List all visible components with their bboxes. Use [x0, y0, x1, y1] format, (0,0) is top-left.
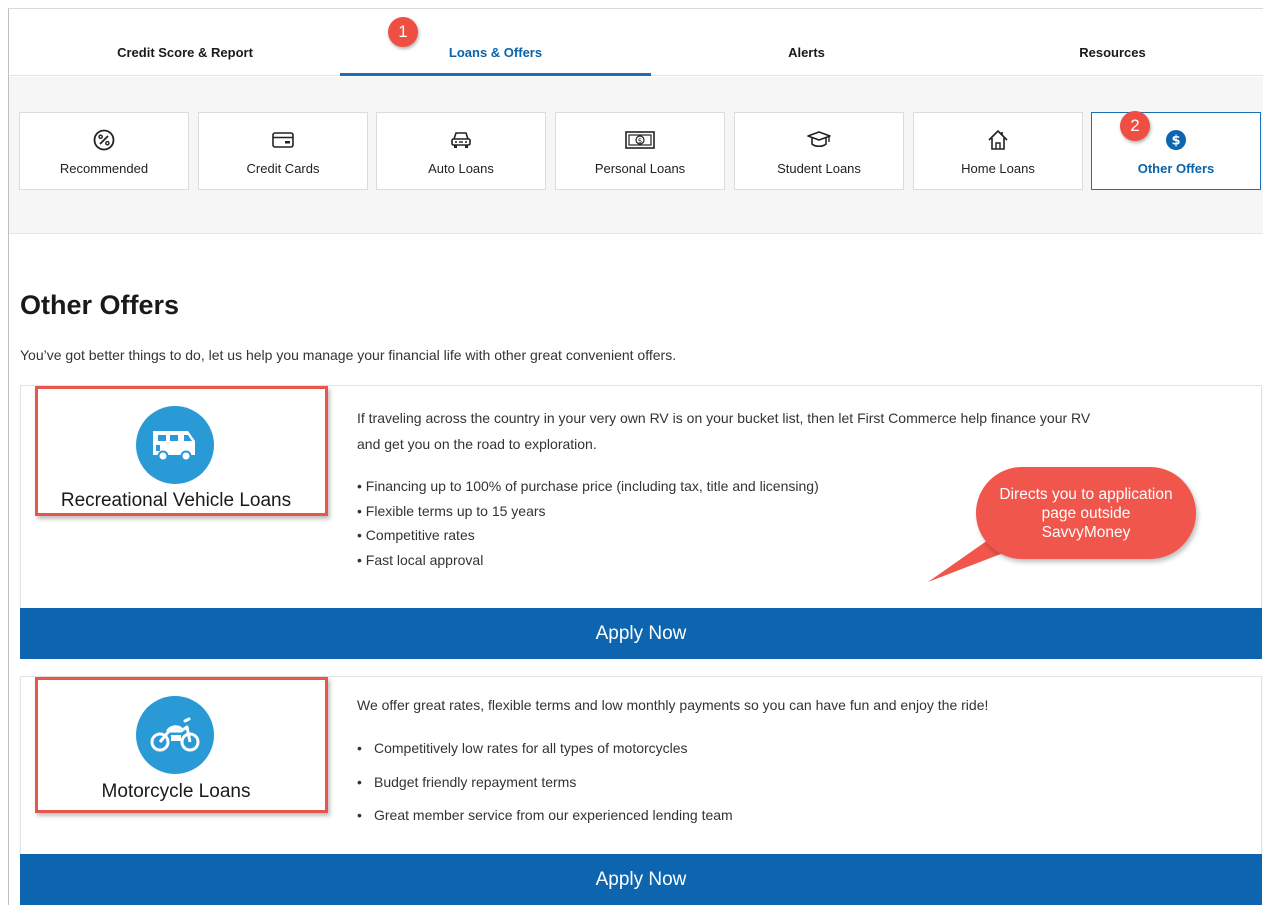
offer-description-line: We offer great rates, flexible terms and…	[357, 697, 989, 713]
list-item: Flexible terms up to 15 years	[357, 499, 819, 524]
rv-icon	[136, 406, 214, 484]
category-personal-loans[interactable]: $ Personal Loans	[555, 112, 725, 190]
page-intro: You’ve got better things to do, let us h…	[20, 347, 677, 363]
category-credit-cards[interactable]: Credit Cards	[198, 112, 368, 190]
category-label: Recommended	[59, 161, 149, 176]
apply-now-button-motorcycle[interactable]: Apply Now	[20, 854, 1262, 905]
offer-name: Motorcycle Loans	[101, 781, 251, 802]
list-item: Financing up to 100% of purchase price (…	[357, 474, 819, 499]
category-label: Personal Loans	[594, 161, 686, 176]
car-icon	[450, 128, 472, 152]
offer-description-line: and get you on the road to exploration.	[357, 436, 597, 452]
house-icon	[987, 128, 1009, 152]
list-item: Great member service from our experience…	[357, 799, 733, 833]
list-item: Fast local approval	[357, 548, 819, 573]
category-label: Auto Loans	[428, 161, 494, 176]
motorcycle-icon	[136, 696, 214, 774]
category-label: Student Loans	[777, 161, 861, 176]
category-student-loans[interactable]: Student Loans	[734, 112, 904, 190]
category-band: Recommended Credit Cards Auto Loans $ Pe…	[9, 77, 1263, 234]
offer-bullets: Competitively low rates for all types of…	[357, 732, 733, 833]
list-item: Budget friendly repayment terms	[357, 766, 733, 800]
apply-now-button-rv[interactable]: Apply Now	[20, 608, 1262, 659]
credit-card-icon	[272, 128, 294, 152]
svg-text:$: $	[638, 137, 642, 145]
list-item: Competitive rates	[357, 523, 819, 548]
dollar-bill-icon: $	[625, 128, 655, 152]
offer-bullets: Financing up to 100% of purchase price (…	[357, 474, 819, 572]
svg-text:$: $	[1171, 134, 1180, 149]
category-recommended[interactable]: Recommended	[19, 112, 189, 190]
step-2-badge: 2	[1120, 111, 1150, 141]
percent-badge-icon	[93, 128, 115, 152]
active-tab-underline	[340, 73, 651, 76]
category-label: Home Loans	[961, 161, 1035, 176]
speech-bubble: Directs you to application page outside …	[976, 467, 1196, 559]
top-nav: Credit Score & Report Loans & Offers Ale…	[10, 28, 1263, 76]
offer-card-motorcycle: Motorcycle Loans We offer great rates, f…	[20, 676, 1262, 856]
tab-resources[interactable]: Resources	[962, 28, 1263, 76]
tab-credit-score-report[interactable]: Credit Score & Report	[30, 28, 340, 76]
tab-alerts[interactable]: Alerts	[651, 28, 962, 76]
tab-loans-offers[interactable]: Loans & Offers	[340, 28, 651, 76]
step-1-badge: 1	[388, 17, 418, 47]
graduation-cap-icon	[807, 128, 831, 152]
category-auto-loans[interactable]: Auto Loans	[376, 112, 546, 190]
dollar-circle-icon: $	[1165, 128, 1187, 152]
category-home-loans[interactable]: Home Loans	[913, 112, 1083, 190]
category-label: Credit Cards	[246, 161, 320, 176]
category-other-offers[interactable]: $ Other Offers	[1091, 112, 1261, 190]
page-title: Other Offers	[20, 290, 180, 320]
category-label: Other Offers	[1137, 161, 1215, 176]
list-item: Competitively low rates for all types of…	[357, 732, 733, 766]
offer-description-line: If traveling across the country in your …	[357, 410, 1091, 426]
offer-name: Recreational Vehicle Loans	[60, 490, 292, 511]
